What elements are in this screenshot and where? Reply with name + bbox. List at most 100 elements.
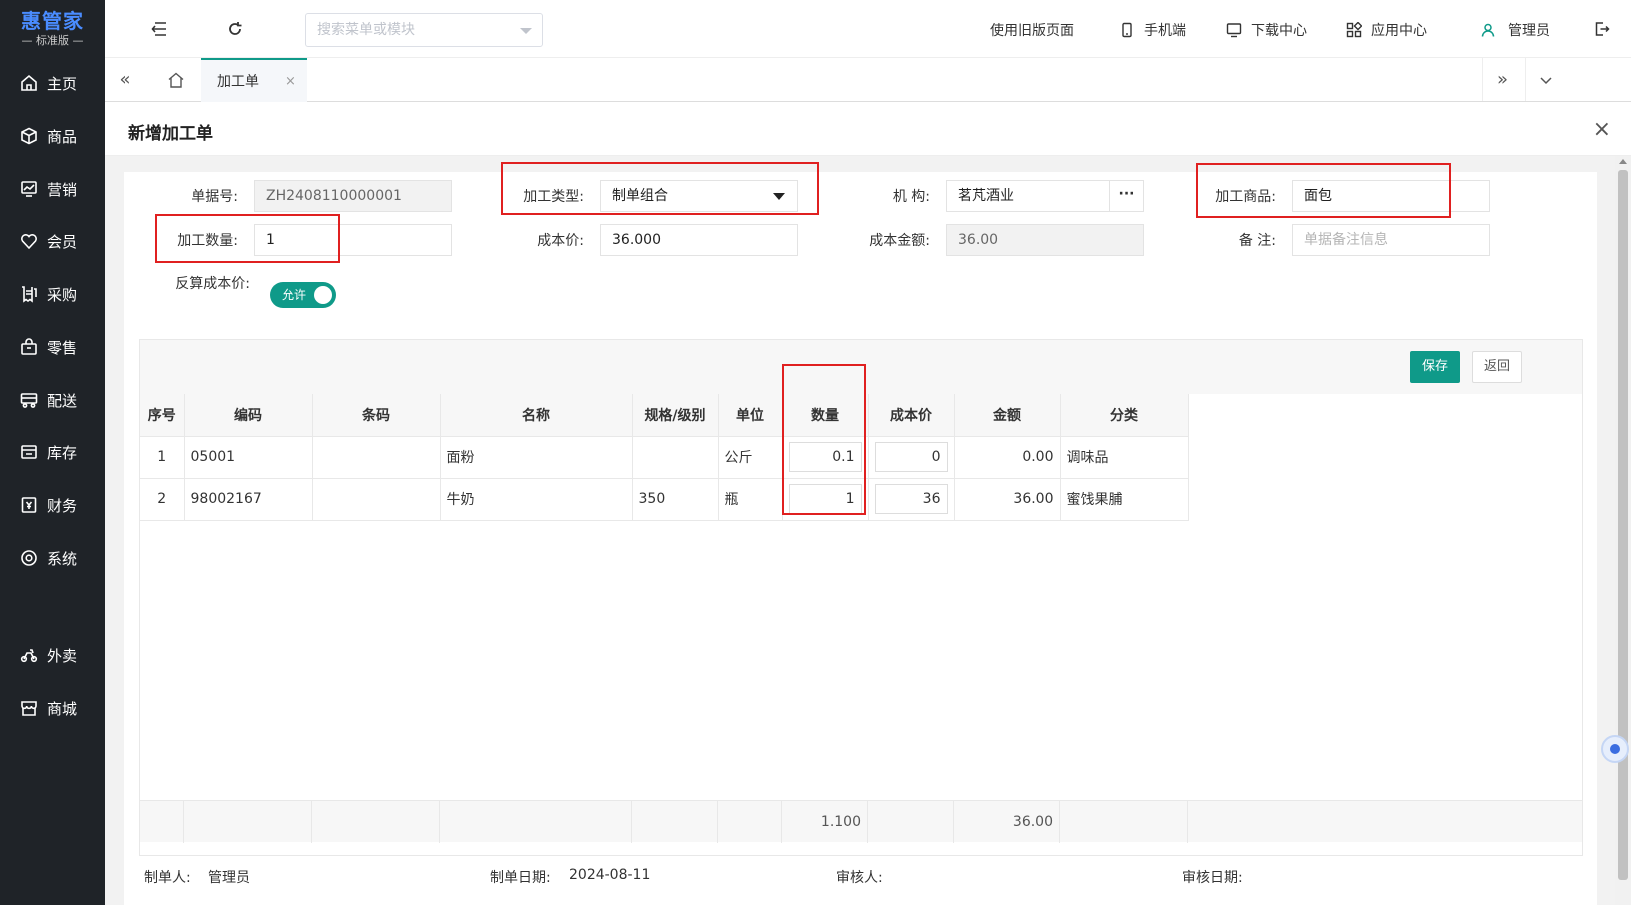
qty-input[interactable]: 0.1: [788, 442, 862, 472]
download-center-label: 下载中心: [1251, 23, 1307, 39]
sidebar-item-marketing[interactable]: 营销: [0, 169, 105, 209]
cell-qty: 0.1: [782, 436, 869, 479]
scroll-up-arrow-icon[interactable]: [1619, 159, 1627, 164]
sidebar-item-delivery[interactable]: 配送: [0, 380, 105, 420]
cell-cost: 0: [868, 436, 955, 479]
heart-icon: [20, 232, 38, 250]
user-menu[interactable]: 管理员: [1480, 18, 1550, 42]
remark-label: 备 注:: [1238, 233, 1276, 249]
top-header: 搜索菜单或模块 使用旧版页面 手机端 下载中心 应用中心 管理员: [105, 0, 1631, 58]
sidebar-item-mall[interactable]: 商城: [0, 688, 105, 728]
brand-edition: — 标准版 —: [21, 34, 84, 47]
mobile-icon: [1119, 22, 1135, 38]
cell-seq: 1: [140, 436, 185, 479]
sidebar-item-label: 主页: [47, 74, 78, 93]
col-header-unit: 单位: [718, 394, 783, 437]
user-icon: [1480, 22, 1496, 38]
remark-input[interactable]: 单据备注信息: [1292, 224, 1490, 256]
tab-home[interactable]: [152, 58, 200, 101]
home-icon: [20, 74, 38, 92]
mobile-link[interactable]: 手机端: [1119, 18, 1186, 42]
truck-icon: [20, 391, 38, 409]
cell-barcode: [312, 478, 441, 521]
cell-seq: 2: [140, 478, 185, 521]
logout-icon[interactable]: [1592, 19, 1612, 39]
sidebar-item-goods[interactable]: 商品: [0, 116, 105, 156]
total-cell-cost: [868, 801, 954, 843]
cell-category: 调味品: [1060, 436, 1189, 479]
save-button[interactable]: 保存: [1410, 351, 1460, 383]
floating-assistant-icon[interactable]: [1601, 735, 1629, 763]
sidebar-item-retail[interactable]: 零售: [0, 327, 105, 367]
table-header-row: 序号 编码 条码 名称 规格/级别 单位 数量 成本价 金额 分类: [140, 394, 1189, 437]
sidebar-item-home[interactable]: 主页: [0, 63, 105, 103]
qty-input[interactable]: 1: [788, 484, 862, 514]
mobile-label: 手机端: [1144, 23, 1186, 39]
total-cell-barcode: [312, 801, 440, 843]
items-table: 序号 编码 条码 名称 规格/级别 单位 数量 成本价 金额 分类 1 0500…: [140, 394, 1189, 521]
form-panel: 单据号: ZH2408110000001 加工类型: 制单组合 机 构: 茗芃酒…: [124, 162, 1597, 905]
cell-code: 05001: [184, 436, 313, 479]
sidebar-item-label: 商品: [47, 127, 78, 146]
sidebar-item-members[interactable]: 会员: [0, 221, 105, 261]
cell-name: 牛奶: [440, 478, 633, 521]
total-qty: 1.100: [782, 801, 868, 843]
org-field[interactable]: 茗芃酒业 ···: [946, 180, 1144, 212]
old-version-link[interactable]: 使用旧版页面: [990, 18, 1074, 42]
col-header-spec: 规格/级别: [632, 394, 719, 437]
col-header-code: 编码: [184, 394, 313, 437]
monitor-icon: [1226, 22, 1242, 38]
refresh-icon[interactable]: [225, 19, 245, 39]
sidebar-item-system[interactable]: 系统: [0, 538, 105, 578]
doc-no-field: ZH2408110000001: [254, 180, 452, 212]
total-cell-category: [1060, 801, 1188, 843]
processing-type-select[interactable]: 制单组合: [600, 180, 798, 212]
back-button[interactable]: 返回: [1472, 351, 1522, 383]
store-icon: [20, 699, 38, 717]
tab-processing-order[interactable]: 加工单 ×: [201, 58, 307, 102]
search-select[interactable]: 搜索菜单或模块: [305, 13, 543, 47]
total-amount: 36.00: [954, 801, 1060, 843]
cost-price-field[interactable]: 36.000: [600, 224, 798, 256]
sidebar-item-label: 营销: [47, 180, 78, 199]
sidebar-item-takeout[interactable]: 外卖: [0, 635, 105, 675]
sidebar-item-purchase[interactable]: 采购: [0, 274, 105, 314]
sidebar-item-label: 库存: [47, 443, 78, 462]
quantity-field[interactable]: 1: [254, 224, 452, 256]
col-header-barcode: 条码: [312, 394, 441, 437]
product-field[interactable]: 面包: [1292, 180, 1490, 212]
sidebar-item-finance[interactable]: 财务: [0, 485, 105, 525]
app-center-link[interactable]: 应用中心: [1346, 18, 1427, 42]
table-row[interactable]: 2 98002167 牛奶 350 瓶 1 36 36.00 蜜饯果脯: [140, 478, 1189, 521]
tabs-scroll-left-icon[interactable]: «: [105, 58, 145, 101]
page-scrollbar[interactable]: [1615, 156, 1631, 905]
sidebar-item-inventory[interactable]: 库存: [0, 432, 105, 472]
doc-no-label: 单据号:: [191, 189, 238, 205]
tabs-scroll-right-icon[interactable]: »: [1482, 58, 1522, 101]
col-header-cost: 成本价: [868, 394, 955, 437]
old-version-label: 使用旧版页面: [990, 23, 1074, 39]
cost-input[interactable]: 36: [874, 484, 948, 514]
quantity-label: 加工数量:: [177, 233, 238, 249]
page-close-icon[interactable]: ×: [1593, 117, 1611, 142]
auditor-label: 审核人:: [836, 870, 883, 886]
cell-barcode: [312, 436, 441, 479]
tab-close-icon[interactable]: ×: [285, 74, 296, 89]
cell-name: 面粉: [440, 436, 633, 479]
collapse-menu-icon[interactable]: [149, 19, 169, 39]
reverse-cost-toggle[interactable]: 允许: [270, 282, 336, 308]
cell-spec: 350: [632, 478, 719, 521]
download-center-link[interactable]: 下载中心: [1226, 18, 1307, 42]
org-more-button[interactable]: ···: [1109, 181, 1143, 211]
tabs-menu-chevron-icon[interactable]: [1525, 58, 1565, 101]
cell-amount: 0.00: [954, 436, 1061, 479]
cost-input[interactable]: 0: [874, 442, 948, 472]
audit-date-label: 审核日期:: [1182, 870, 1243, 886]
scrollbar-thumb[interactable]: [1618, 170, 1628, 880]
table-row[interactable]: 1 05001 面粉 公斤 0.1 0 0.00 调味品: [140, 436, 1189, 479]
user-name: 管理员: [1508, 23, 1550, 39]
processing-type-label: 加工类型:: [523, 189, 584, 205]
document-footer: 制单人: 管理员 制单日期: 2024-08-11 审核人: 审核日期:: [144, 867, 1584, 889]
toggle-knob: [314, 286, 332, 304]
grid-apps-icon: [1346, 22, 1362, 38]
